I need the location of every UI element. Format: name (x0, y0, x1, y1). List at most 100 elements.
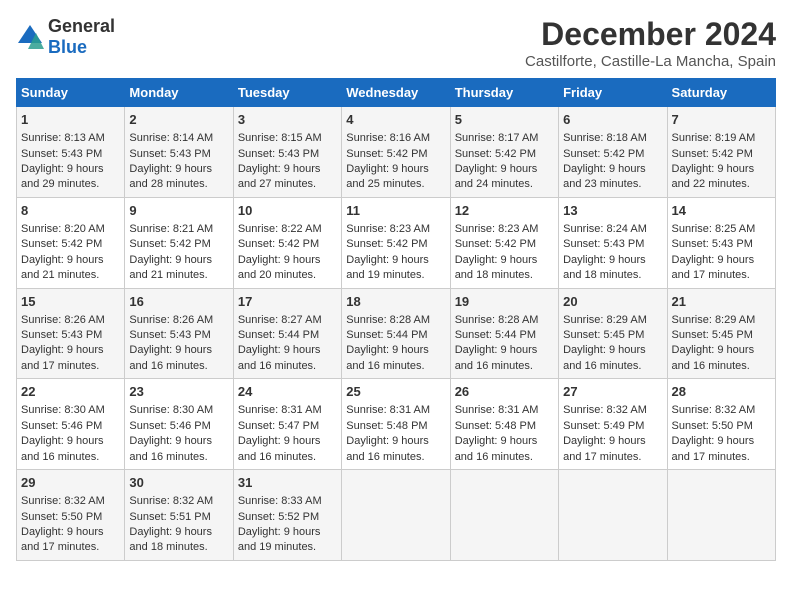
cell-line: Daylight: 9 hours (346, 162, 445, 177)
cell-line: Sunset: 5:42 PM (129, 237, 228, 252)
col-header-monday: Monday (125, 79, 233, 107)
cell-line: Sunrise: 8:13 AM (21, 131, 120, 146)
calendar-cell (667, 470, 775, 561)
calendar-cell: 29Sunrise: 8:32 AMSunset: 5:50 PMDayligh… (17, 470, 125, 561)
main-title: December 2024 (525, 16, 776, 53)
cell-line: Sunset: 5:42 PM (238, 237, 337, 252)
cell-line: Sunset: 5:42 PM (455, 237, 554, 252)
cell-line: Sunset: 5:46 PM (21, 419, 120, 434)
cell-line: Sunrise: 8:33 AM (238, 494, 337, 509)
cell-line: Sunrise: 8:16 AM (346, 131, 445, 146)
title-area: December 2024 Castilforte, Castille-La M… (525, 16, 776, 70)
cell-line: and 16 minutes. (346, 450, 445, 465)
cell-line: Sunset: 5:42 PM (455, 147, 554, 162)
cell-line: and 16 minutes. (238, 359, 337, 374)
subtitle: Castilforte, Castille-La Mancha, Spain (525, 53, 776, 70)
day-number: 22 (21, 383, 120, 401)
cell-line: and 24 minutes. (455, 177, 554, 192)
day-number: 20 (563, 293, 662, 311)
cell-line: and 16 minutes. (21, 450, 120, 465)
calendar-cell (342, 470, 450, 561)
cell-line: Sunrise: 8:30 AM (129, 403, 228, 418)
cell-line: and 16 minutes. (129, 359, 228, 374)
calendar-cell: 13Sunrise: 8:24 AMSunset: 5:43 PMDayligh… (559, 197, 667, 288)
cell-line: Sunset: 5:48 PM (455, 419, 554, 434)
calendar-cell: 23Sunrise: 8:30 AMSunset: 5:46 PMDayligh… (125, 379, 233, 470)
calendar-cell: 27Sunrise: 8:32 AMSunset: 5:49 PMDayligh… (559, 379, 667, 470)
day-number: 5 (455, 111, 554, 129)
cell-line: Sunrise: 8:19 AM (672, 131, 771, 146)
cell-line: Sunrise: 8:31 AM (455, 403, 554, 418)
calendar-cell: 31Sunrise: 8:33 AMSunset: 5:52 PMDayligh… (233, 470, 341, 561)
cell-line: Sunset: 5:50 PM (672, 419, 771, 434)
calendar-cell: 2Sunrise: 8:14 AMSunset: 5:43 PMDaylight… (125, 107, 233, 198)
day-number: 1 (21, 111, 120, 129)
cell-line: Sunset: 5:43 PM (129, 328, 228, 343)
cell-line: and 18 minutes. (455, 268, 554, 283)
week-row-1: 1Sunrise: 8:13 AMSunset: 5:43 PMDaylight… (17, 107, 776, 198)
col-header-sunday: Sunday (17, 79, 125, 107)
cell-line: Daylight: 9 hours (455, 162, 554, 177)
cell-line: Daylight: 9 hours (563, 253, 662, 268)
cell-line: Sunset: 5:49 PM (563, 419, 662, 434)
cell-line: and 16 minutes. (672, 359, 771, 374)
col-header-tuesday: Tuesday (233, 79, 341, 107)
calendar-cell: 15Sunrise: 8:26 AMSunset: 5:43 PMDayligh… (17, 288, 125, 379)
day-number: 6 (563, 111, 662, 129)
cell-line: Sunrise: 8:18 AM (563, 131, 662, 146)
cell-line: Sunrise: 8:23 AM (455, 222, 554, 237)
calendar-cell: 4Sunrise: 8:16 AMSunset: 5:42 PMDaylight… (342, 107, 450, 198)
day-number: 12 (455, 202, 554, 220)
cell-line: and 27 minutes. (238, 177, 337, 192)
cell-line: Sunset: 5:46 PM (129, 419, 228, 434)
week-row-3: 15Sunrise: 8:26 AMSunset: 5:43 PMDayligh… (17, 288, 776, 379)
cell-line: Daylight: 9 hours (21, 434, 120, 449)
calendar-cell: 19Sunrise: 8:28 AMSunset: 5:44 PMDayligh… (450, 288, 558, 379)
calendar-cell: 28Sunrise: 8:32 AMSunset: 5:50 PMDayligh… (667, 379, 775, 470)
calendar-cell: 25Sunrise: 8:31 AMSunset: 5:48 PMDayligh… (342, 379, 450, 470)
calendar-cell: 12 Sunrise: 8:23 AMSunset: 5:42 PMDayligh… (450, 197, 558, 288)
cell-line: and 28 minutes. (129, 177, 228, 192)
calendar-cell: 30Sunrise: 8:32 AMSunset: 5:51 PMDayligh… (125, 470, 233, 561)
day-number: 25 (346, 383, 445, 401)
cell-line: and 16 minutes. (238, 450, 337, 465)
cell-line: and 17 minutes. (563, 450, 662, 465)
cell-line: and 19 minutes. (346, 268, 445, 283)
cell-line: and 17 minutes. (21, 540, 120, 555)
cell-line: and 16 minutes. (455, 359, 554, 374)
logo: General Blue (16, 16, 115, 58)
day-number: 10 (238, 202, 337, 220)
calendar-cell: 18Sunrise: 8:28 AMSunset: 5:44 PMDayligh… (342, 288, 450, 379)
cell-line: Daylight: 9 hours (129, 162, 228, 177)
cell-line: Sunset: 5:43 PM (21, 328, 120, 343)
cell-line: Sunrise: 8:27 AM (238, 313, 337, 328)
cell-line: Sunset: 5:44 PM (455, 328, 554, 343)
cell-line: Daylight: 9 hours (455, 434, 554, 449)
cell-line: Sunrise: 8:17 AM (455, 131, 554, 146)
calendar-cell: 8Sunrise: 8:20 AMSunset: 5:42 PMDaylight… (17, 197, 125, 288)
calendar-cell: 16Sunrise: 8:26 AMSunset: 5:43 PMDayligh… (125, 288, 233, 379)
day-number: 18 (346, 293, 445, 311)
cell-line: Daylight: 9 hours (238, 525, 337, 540)
cell-line: Daylight: 9 hours (21, 525, 120, 540)
cell-line: Daylight: 9 hours (238, 343, 337, 358)
cell-line: Sunrise: 8:24 AM (563, 222, 662, 237)
cell-line: Sunrise: 8:32 AM (563, 403, 662, 418)
cell-line: Daylight: 9 hours (238, 434, 337, 449)
cell-line: Daylight: 9 hours (563, 343, 662, 358)
calendar-cell: 3Sunrise: 8:15 AMSunset: 5:43 PMDaylight… (233, 107, 341, 198)
day-number: 24 (238, 383, 337, 401)
cell-line: Sunset: 5:52 PM (238, 510, 337, 525)
day-number: 19 (455, 293, 554, 311)
day-number: 26 (455, 383, 554, 401)
calendar-table: SundayMondayTuesdayWednesdayThursdayFrid… (16, 78, 776, 561)
cell-line: Sunrise: 8:32 AM (672, 403, 771, 418)
calendar-cell: 14Sunrise: 8:25 AMSunset: 5:43 PMDayligh… (667, 197, 775, 288)
cell-line: Daylight: 9 hours (129, 525, 228, 540)
cell-line: Daylight: 9 hours (455, 253, 554, 268)
cell-line: Daylight: 9 hours (129, 434, 228, 449)
day-number: 2 (129, 111, 228, 129)
calendar-cell: 24Sunrise: 8:31 AMSunset: 5:47 PMDayligh… (233, 379, 341, 470)
col-header-saturday: Saturday (667, 79, 775, 107)
cell-line: Daylight: 9 hours (672, 253, 771, 268)
